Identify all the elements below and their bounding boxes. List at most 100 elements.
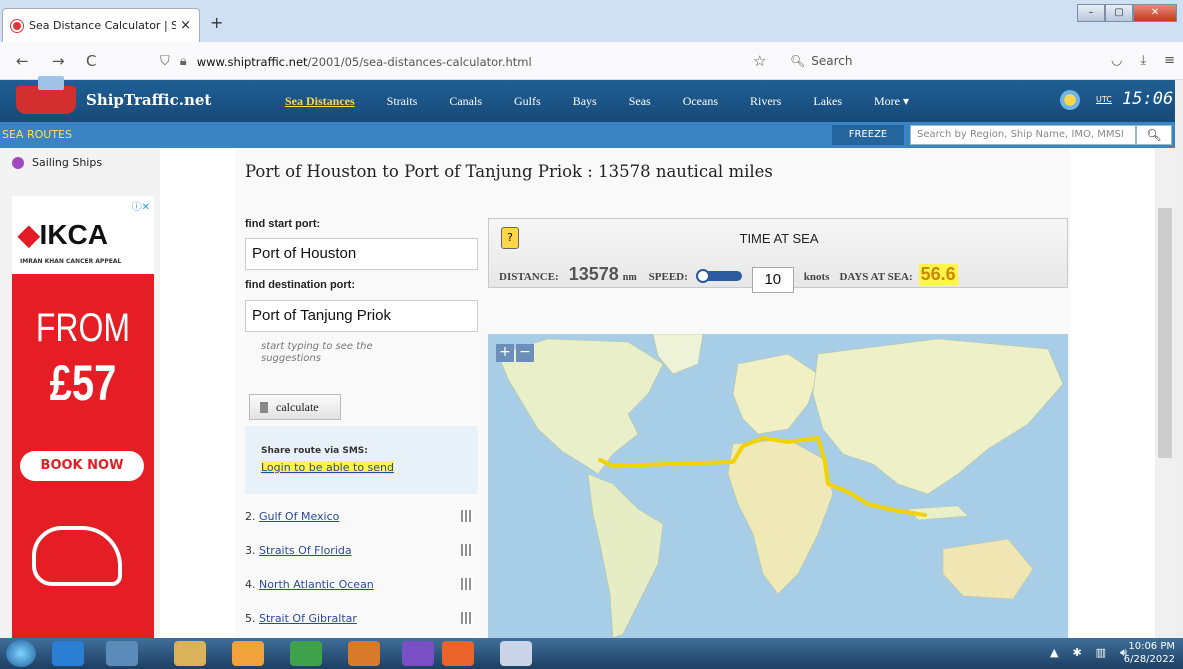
freeze-button[interactable]: FREEZE xyxy=(832,125,904,145)
menu-item-canals[interactable]: Canals xyxy=(449,94,482,109)
chrome-taskbar-icon[interactable] xyxy=(290,641,322,666)
url-path: /2001/05/sea-distances-calculator.html xyxy=(307,54,532,69)
firefox-taskbar-icon[interactable] xyxy=(442,641,474,666)
route-map[interactable]: + − xyxy=(488,334,1068,638)
site-logo[interactable]: ShipTraffic.net xyxy=(16,76,211,114)
scrollbar-thumb[interactable] xyxy=(1158,208,1172,458)
route-item: 4. North Atlantic Ocean xyxy=(245,578,374,591)
sidebar-item-sailing-ships[interactable]: Sailing Ships xyxy=(12,156,102,169)
tab-title: Sea Distance Calculator | ShipTra xyxy=(29,19,177,32)
browser-search-box[interactable]: 🔍︎ Search xyxy=(790,50,980,72)
bluetooth-icon[interactable]: ✱ xyxy=(1072,646,1081,660)
taskbar-time: 10:06 PM xyxy=(1128,641,1175,652)
word-taskbar-icon[interactable] xyxy=(500,641,532,666)
tray-expand-icon[interactable]: ▲ xyxy=(1050,646,1058,660)
utc-label[interactable]: UTC xyxy=(1096,95,1112,104)
new-tab-button[interactable]: + xyxy=(210,13,223,32)
page-scrollbar[interactable] xyxy=(1175,80,1183,638)
close-window-button[interactable]: ✕ xyxy=(1133,4,1177,22)
site-search-input[interactable]: Search by Region, Ship Name, IMO, MMSI xyxy=(910,125,1136,145)
windows-taskbar: ▲ ✱ ▥ 🔊︎ 10:06 PM 6/28/2022 xyxy=(0,638,1183,669)
media-taskbar-icon[interactable] xyxy=(106,641,138,666)
browser-navbar: ← → C ⛉ 🔒︎ www.shiptraffic.net /2001/05/… xyxy=(0,42,1183,80)
route-item: 2. Gulf Of Mexico xyxy=(245,510,340,523)
folder-taskbar-icon[interactable] xyxy=(174,641,206,666)
browser-tab[interactable]: Sea Distance Calculator | ShipTra × xyxy=(2,8,200,42)
lock-icon[interactable]: 🔒︎ xyxy=(180,54,187,69)
menu-item-lakes[interactable]: Lakes xyxy=(813,94,842,109)
ad-book-now-button[interactable]: BOOK NOW xyxy=(20,451,144,481)
bookmark-star-icon[interactable]: ☆ xyxy=(753,52,766,70)
weather-sun-icon[interactable] xyxy=(1060,90,1080,110)
reload-button[interactable]: C xyxy=(86,52,96,70)
menu-icon[interactable]: ≡ xyxy=(1164,53,1175,68)
menu-item-gulfs[interactable]: Gulfs xyxy=(514,94,541,109)
zoom-in-button[interactable]: + xyxy=(496,344,514,362)
app-taskbar-icon[interactable] xyxy=(232,641,264,666)
speed-slider[interactable] xyxy=(695,269,742,283)
sidebar-item-label: Sailing Ships xyxy=(32,156,103,169)
minimize-button[interactable]: – xyxy=(1077,4,1105,22)
url-host: www.shiptraffic.net xyxy=(196,54,308,69)
download-icon[interactable]: ⤓ xyxy=(1140,53,1146,68)
network-icon[interactable]: ▥ xyxy=(1096,646,1106,660)
menu-item-straits[interactable]: Straits xyxy=(387,94,418,109)
qr-code-icon[interactable] xyxy=(461,510,473,522)
route-item: 3. Straits Of Florida xyxy=(245,544,352,557)
menu-item-more[interactable]: More ▾ xyxy=(874,94,909,109)
content-scrollbar[interactable] xyxy=(1155,148,1175,638)
advertisement[interactable]: ⓘ✕ ◆IKCA IMRAN KHAN CANCER APPEAL FROM £… xyxy=(12,196,154,638)
app3-taskbar-icon[interactable] xyxy=(402,641,434,666)
maximize-button[interactable]: ▢ xyxy=(1105,4,1133,22)
ad-from-text: FROM xyxy=(35,306,131,350)
destination-port-input[interactable]: Port of Tanjung Priok xyxy=(245,300,478,332)
land-australia xyxy=(942,538,1034,600)
land-south-america xyxy=(587,473,664,638)
route-link-straits-of-florida[interactable]: Straits Of Florida xyxy=(259,544,352,557)
zoom-out-button[interactable]: − xyxy=(516,344,534,362)
menu-item-sea-distances[interactable]: Sea Distances xyxy=(285,94,355,109)
route-item: 5. Strait Of Gibraltar xyxy=(245,612,357,625)
menu-item-bays[interactable]: Bays xyxy=(573,94,597,109)
knots-label: knots xyxy=(803,271,830,283)
menu-item-seas[interactable]: Seas xyxy=(629,94,651,109)
sms-login-link[interactable]: Login to be able to send xyxy=(261,461,394,474)
back-button[interactable]: ← xyxy=(16,52,29,70)
browser-titlebar: Sea Distance Calculator | ShipTra × + – … xyxy=(0,0,1183,42)
search-icon: 🔍︎ xyxy=(1146,128,1162,142)
calculator-icon xyxy=(260,401,268,413)
distance-label: DISTANCE: xyxy=(499,271,559,283)
menu-item-rivers[interactable]: Rivers xyxy=(750,94,781,109)
utc-clock: 15:06 xyxy=(1122,89,1174,109)
taskbar-clock[interactable]: 10:06 PM 6/28/2022 xyxy=(1124,640,1175,666)
qr-code-icon[interactable] xyxy=(461,612,473,624)
qr-code-icon[interactable] xyxy=(461,544,473,556)
ad-brand: ◆IKCA xyxy=(18,219,108,250)
speed-input[interactable]: 10 xyxy=(751,267,794,293)
ie-taskbar-icon[interactable] xyxy=(52,641,84,666)
speed-label: SPEED: xyxy=(648,271,688,283)
forward-button[interactable]: → xyxy=(52,52,65,70)
pocket-icon[interactable]: ◡ xyxy=(1111,53,1122,68)
menu-item-oceans[interactable]: Oceans xyxy=(683,94,718,109)
ad-price: £57 xyxy=(49,355,117,411)
sea-routes-label[interactable]: SEA ROUTES xyxy=(2,128,72,141)
ad-close-icon[interactable]: ⓘ✕ xyxy=(132,198,150,213)
calculate-button[interactable]: calculate xyxy=(249,394,341,420)
sms-share-title: Share route via SMS: xyxy=(261,446,368,456)
site-search-button[interactable]: 🔍︎ xyxy=(1136,125,1172,145)
route-link-gulf-of-mexico[interactable]: Gulf Of Mexico xyxy=(259,510,339,523)
start-button[interactable] xyxy=(6,640,36,667)
shield-icon[interactable]: ⛉ xyxy=(160,54,170,69)
qr-code-icon[interactable] xyxy=(461,578,473,590)
suggestions-hint: start typing to see the suggestions xyxy=(261,341,373,364)
route-link-strait-of-gibraltar[interactable]: Strait Of Gibraltar xyxy=(259,612,357,625)
main-menu: Sea Distances Straits Canals Gulfs Bays … xyxy=(285,80,941,122)
app2-taskbar-icon[interactable] xyxy=(348,641,380,666)
start-port-input[interactable]: Port of Houston xyxy=(245,238,478,270)
days-at-sea-value: 56.6 xyxy=(918,264,958,285)
system-tray: ▲ ✱ ▥ 🔊︎ xyxy=(1050,646,1127,660)
route-link-north-atlantic-ocean[interactable]: North Atlantic Ocean xyxy=(259,578,374,591)
close-tab-icon[interactable]: × xyxy=(180,18,191,33)
url-bar[interactable]: ⛉ 🔒︎ www.shiptraffic.net /2001/05/sea-di… xyxy=(160,49,768,74)
